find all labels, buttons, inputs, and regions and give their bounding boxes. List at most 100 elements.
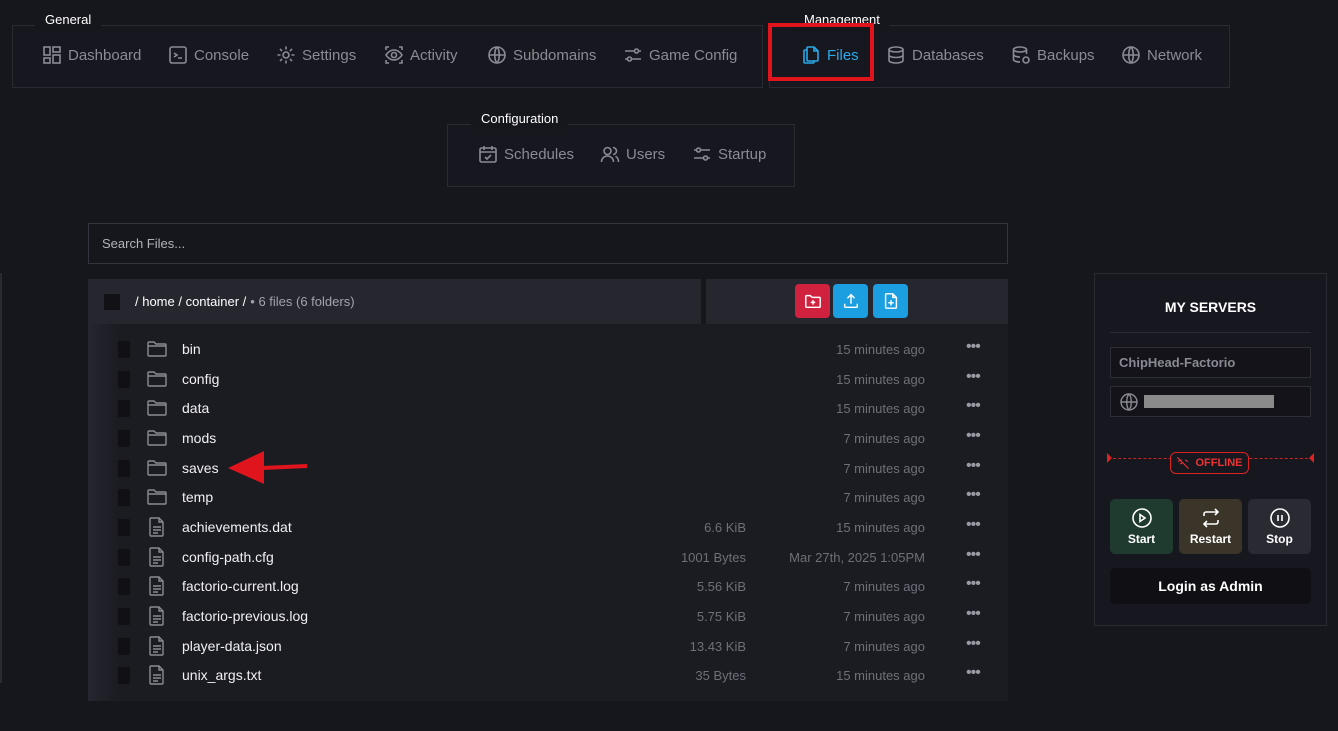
file-row[interactable]: factorio-current.log 5.56 KiB 7 minutes ag… [88,571,1008,600]
file-row[interactable]: mods 7 minutes ago ••• [88,423,1008,452]
file-modified: 7 minutes ago [843,579,925,594]
more-options-icon[interactable]: ••• [966,486,981,504]
file-name[interactable]: saves [182,460,219,476]
file-name[interactable]: achievements.dat [182,519,292,535]
file-name[interactable]: temp [182,489,213,505]
file-search-input[interactable] [100,235,1007,252]
server-name-field[interactable]: ChipHead-Factorio [1110,347,1311,378]
upload-icon [843,293,858,309]
more-options-icon[interactable]: ••• [966,605,981,623]
stop-label: Stop [1266,532,1293,546]
file-row[interactable]: config 15 minutes ago ••• [88,364,1008,393]
file-modified: 15 minutes ago [836,372,925,387]
file-name[interactable]: player-data.json [182,638,282,654]
stop-button[interactable]: Stop [1248,499,1311,554]
globe-icon [488,46,506,64]
nav-subdomains[interactable]: Subdomains [487,45,596,65]
more-options-icon[interactable]: ••• [966,575,981,593]
more-options-icon[interactable]: ••• [966,368,981,386]
file-icon [146,636,168,656]
select-all-checkbox[interactable] [104,293,120,310]
nav-startup-label: Startup [718,145,767,163]
nav-schedules[interactable]: Schedules [478,144,574,164]
file-row[interactable]: saves 7 minutes ago ••• [88,453,1008,482]
nav-settings-label: Settings [302,46,357,64]
file-size: 5.56 KiB [696,579,746,594]
dashboard-icon [43,46,61,64]
nav-game-config-label: Game Config [649,46,738,64]
nav-backups[interactable]: Backups [1011,45,1095,65]
file-row[interactable]: player-data.json 13.43 KiB 7 minutes ago ••… [88,631,1008,660]
file-row[interactable]: temp 7 minutes ago ••• [88,482,1008,511]
file-name[interactable]: factorio-previous.log [182,608,308,624]
files-highlight-box [768,23,874,81]
more-options-icon[interactable]: ••• [966,457,981,475]
more-options-icon[interactable]: ••• [966,635,981,653]
login-as-admin-button[interactable]: Login as Admin [1110,568,1311,604]
nav-settings[interactable]: Settings [276,45,356,65]
nav-activity[interactable]: Activity [384,45,458,65]
more-options-icon[interactable]: ••• [966,546,981,564]
file-icon [146,665,168,685]
gear-icon [277,46,295,64]
nav-backups-label: Backups [1037,46,1095,64]
file-name[interactable]: mods [182,430,216,446]
nav-game-config[interactable]: Game Config [623,45,737,65]
file-name[interactable]: factorio-current.log [182,578,299,594]
status-divider-left-tip [1107,453,1112,463]
file-name[interactable]: unix_args.txt [182,667,261,683]
file-size: 13.43 KiB [689,639,746,654]
folder-plus-icon [804,294,821,309]
status-text: OFFLINE [1195,457,1243,469]
file-modified: 15 minutes ago [836,342,925,357]
more-options-icon[interactable]: ••• [966,338,981,356]
nav-dashboard[interactable]: Dashboard [42,45,141,65]
breadcrumb[interactable]: / home / container / [135,294,246,309]
nav-activity-label: Activity [410,46,458,64]
file-name[interactable]: config-path.cfg [182,549,274,565]
wifi-off-icon [1177,457,1190,469]
file-row[interactable]: config-path.cfg 1001 Bytes Mar 27th, 2025 … [88,542,1008,571]
nav-schedules-label: Schedules [504,145,575,163]
folder-icon [146,487,168,507]
sliders-icon [694,147,710,161]
file-modified: 7 minutes ago [843,490,925,505]
nav-users[interactable]: Users [600,144,665,164]
file-row[interactable]: unix_args.txt 35 Bytes 15 minutes ago ••• [88,660,1008,689]
file-modified: 15 minutes ago [836,401,925,416]
sliders-icon [625,48,641,62]
more-options-icon[interactable]: ••• [966,516,981,534]
file-name[interactable]: config [182,371,219,387]
new-folder-button[interactable] [795,284,830,318]
restart-label: Restart [1189,532,1232,546]
server-address-field[interactable] [1110,386,1311,417]
nav-startup[interactable]: Startup [692,144,766,164]
nav-databases[interactable]: Databases [886,45,984,65]
restart-button[interactable]: Restart [1179,499,1242,554]
file-row[interactable]: factorio-previous.log 5.75 KiB 7 minutes a… [88,601,1008,630]
file-row[interactable]: achievements.dat 6.6 KiB 15 minutes ago ••• [88,512,1008,541]
backup-icon [1012,46,1030,64]
file-name[interactable]: data [182,400,209,416]
file-size: 5.75 KiB [696,609,746,624]
more-options-icon[interactable]: ••• [966,427,981,445]
server-name: ChipHead-Factorio [1119,355,1236,370]
calendar-icon [479,146,497,163]
file-size: 1001 Bytes [680,550,746,565]
globe-icon [1120,392,1138,411]
new-file-button[interactable] [873,284,908,318]
file-modified: 15 minutes ago [836,520,925,535]
file-name[interactable]: bin [182,341,201,357]
file-modified: 7 minutes ago [843,431,925,446]
left-edge-divider [0,273,2,683]
file-plus-icon [884,293,897,309]
file-row[interactable]: data 15 minutes ago ••• [88,393,1008,422]
nav-console[interactable]: Console [168,45,249,65]
more-options-icon[interactable]: ••• [966,397,981,415]
start-button[interactable]: Start [1110,499,1173,554]
file-list: bin 15 minutes ago ••• config 15 minutes ago… [88,324,1008,701]
more-options-icon[interactable]: ••• [966,664,981,682]
nav-network[interactable]: Network [1121,45,1202,65]
upload-button[interactable] [833,284,868,318]
file-row[interactable]: bin 15 minutes ago ••• [88,334,1008,363]
